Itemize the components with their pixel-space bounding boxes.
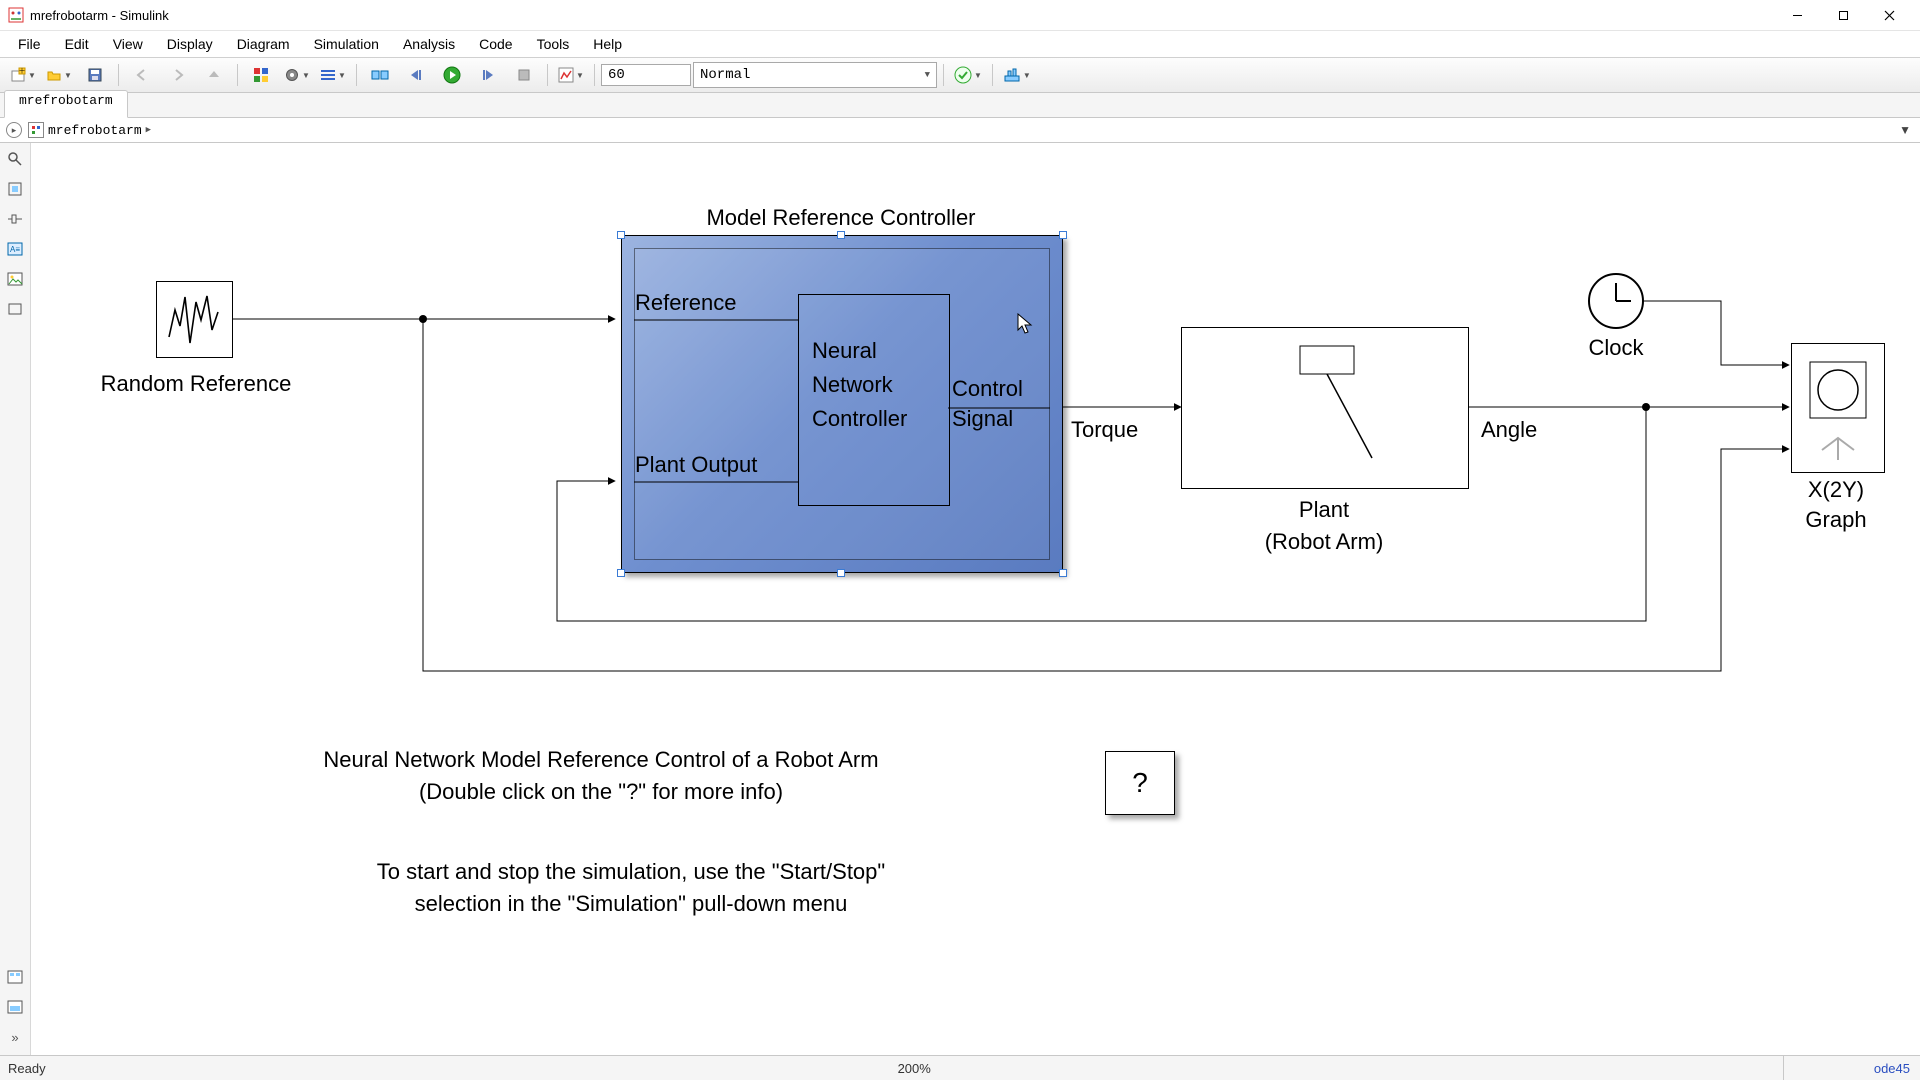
port-control-1: Control — [952, 376, 1023, 402]
port-reference: Reference — [635, 290, 737, 316]
run-button[interactable] — [435, 61, 469, 89]
label-graph-1: X(2Y) — [1776, 477, 1896, 503]
status-spacer — [1783, 1056, 1874, 1080]
property-inspector-button[interactable] — [3, 995, 27, 1019]
port-control-2: Signal — [952, 406, 1013, 432]
build-button[interactable]: ▼ — [999, 61, 1035, 89]
label-plant-2: (Robot Arm) — [1181, 529, 1467, 555]
status-solver[interactable]: ode45 — [1874, 1061, 1920, 1076]
status-ready: Ready — [0, 1061, 46, 1076]
port-plant-output: Plant Output — [635, 452, 757, 478]
app-icon — [8, 7, 24, 23]
data-inspector-button[interactable]: ▼ — [554, 61, 588, 89]
selection-handle[interactable] — [837, 231, 845, 239]
block-help[interactable]: ? — [1105, 751, 1175, 815]
nn-label-2: Network — [812, 372, 893, 398]
label-angle: Angle — [1481, 417, 1537, 443]
toggle-sample-time-button[interactable] — [3, 207, 27, 231]
simulation-mode-value: Normal — [700, 67, 750, 83]
menu-simulation[interactable]: Simulation — [302, 34, 391, 54]
breadcrumb[interactable]: mrefrobotarm ▶ — [28, 122, 151, 138]
minimize-button[interactable] — [1774, 0, 1820, 30]
block-random-reference[interactable] — [156, 281, 233, 358]
model-config-button[interactable]: ▼ — [280, 61, 314, 89]
maximize-button[interactable] — [1820, 0, 1866, 30]
block-plant[interactable] — [1181, 327, 1469, 489]
forward-button[interactable] — [161, 61, 195, 89]
menu-diagram[interactable]: Diagram — [225, 34, 302, 54]
selection-handle[interactable] — [617, 569, 625, 577]
menu-view[interactable]: View — [101, 34, 155, 54]
block-clock[interactable] — [1586, 271, 1646, 331]
step-forward-button[interactable] — [471, 61, 505, 89]
menu-analysis[interactable]: Analysis — [391, 34, 467, 54]
stop-time-input[interactable] — [601, 64, 691, 86]
chevron-right-icon: ▶ — [146, 125, 151, 135]
library-browser-button[interactable] — [244, 61, 278, 89]
model-tabs: mrefrobotarm — [0, 93, 1920, 118]
nn-label-1: Neural — [812, 338, 877, 364]
save-button[interactable] — [78, 61, 112, 89]
label-plant-1: Plant — [1181, 497, 1467, 523]
tab-model[interactable]: mrefrobotarm — [4, 90, 128, 118]
palette: A≡ » — [0, 143, 31, 1055]
close-button[interactable] — [1866, 0, 1912, 30]
selection-handle[interactable] — [1059, 569, 1067, 577]
info-line-3: To start and stop the simulation, use th… — [181, 859, 1081, 885]
menubar: File Edit View Display Diagram Simulatio… — [0, 31, 1920, 58]
nav-history-button[interactable]: ▸ — [6, 122, 22, 138]
nn-label-3: Controller — [812, 406, 907, 432]
area-tool-button[interactable] — [3, 297, 27, 321]
new-model-button[interactable]: ＋▼ — [6, 61, 40, 89]
selection-handle[interactable] — [837, 569, 845, 577]
breadcrumb-overflow-button[interactable]: ▼ — [1899, 123, 1914, 137]
svg-text:＋: ＋ — [19, 67, 26, 75]
annotation-tool-button[interactable]: A≡ — [3, 237, 27, 261]
menu-code[interactable]: Code — [467, 34, 524, 54]
menu-edit[interactable]: Edit — [53, 34, 101, 54]
label-random-reference: Random Reference — [71, 371, 321, 397]
svg-text:A≡: A≡ — [10, 245, 20, 254]
zoom-tool-button[interactable] — [3, 147, 27, 171]
menu-file[interactable]: File — [6, 34, 53, 54]
selection-handle[interactable] — [617, 231, 625, 239]
simulation-mode-select[interactable]: Normal▼ — [693, 62, 937, 88]
update-diagram-button[interactable] — [363, 61, 397, 89]
info-line-1: Neural Network Model Reference Control o… — [151, 747, 1051, 773]
open-button[interactable]: ▼ — [42, 61, 76, 89]
model-icon — [28, 122, 44, 138]
toolbar: ＋▼ ▼ ▼ ▼ ▼ Normal▼ ▼ ▼ — [0, 58, 1920, 93]
selection-handle[interactable] — [1059, 231, 1067, 239]
up-button[interactable] — [197, 61, 231, 89]
breadcrumb-model: mrefrobotarm — [48, 123, 142, 138]
block-xy-graph[interactable] — [1791, 343, 1885, 473]
label-torque: Torque — [1071, 417, 1138, 443]
info-line-4: selection in the "Simulation" pull-down … — [181, 891, 1081, 917]
stop-button[interactable] — [507, 61, 541, 89]
main-area: A≡ » — [0, 143, 1920, 1055]
window-title: mrefrobotarm - Simulink — [30, 8, 169, 23]
label-clock: Clock — [1561, 335, 1671, 361]
app-window: mrefrobotarm - Simulink File Edit View D… — [0, 0, 1920, 1080]
image-tool-button[interactable] — [3, 267, 27, 291]
step-back-button[interactable] — [399, 61, 433, 89]
fit-to-view-button[interactable] — [3, 177, 27, 201]
menu-tools[interactable]: Tools — [525, 34, 582, 54]
canvas[interactable]: Random Reference Model Reference Control… — [31, 143, 1920, 1055]
menu-display[interactable]: Display — [155, 34, 225, 54]
label-graph-2: Graph — [1776, 507, 1896, 533]
status-zoom: 200% — [46, 1061, 1783, 1076]
check-model-button[interactable]: ▼ — [950, 61, 986, 89]
back-button[interactable] — [125, 61, 159, 89]
label-controller-title: Model Reference Controller — [621, 205, 1061, 231]
expand-button[interactable]: » — [3, 1025, 27, 1049]
model-explorer-button[interactable]: ▼ — [316, 61, 350, 89]
breadcrumb-bar: ▸ mrefrobotarm ▶ ▼ — [0, 118, 1920, 143]
titlebar: mrefrobotarm - Simulink — [0, 0, 1920, 31]
info-line-2: (Double click on the "?" for more info) — [151, 779, 1051, 805]
block-model-reference-controller[interactable]: Reference Plant Output Neural Network Co… — [621, 235, 1063, 573]
statusbar: Ready 200% ode45 — [0, 1055, 1920, 1080]
menu-help[interactable]: Help — [581, 34, 634, 54]
model-browser-button[interactable] — [3, 965, 27, 989]
